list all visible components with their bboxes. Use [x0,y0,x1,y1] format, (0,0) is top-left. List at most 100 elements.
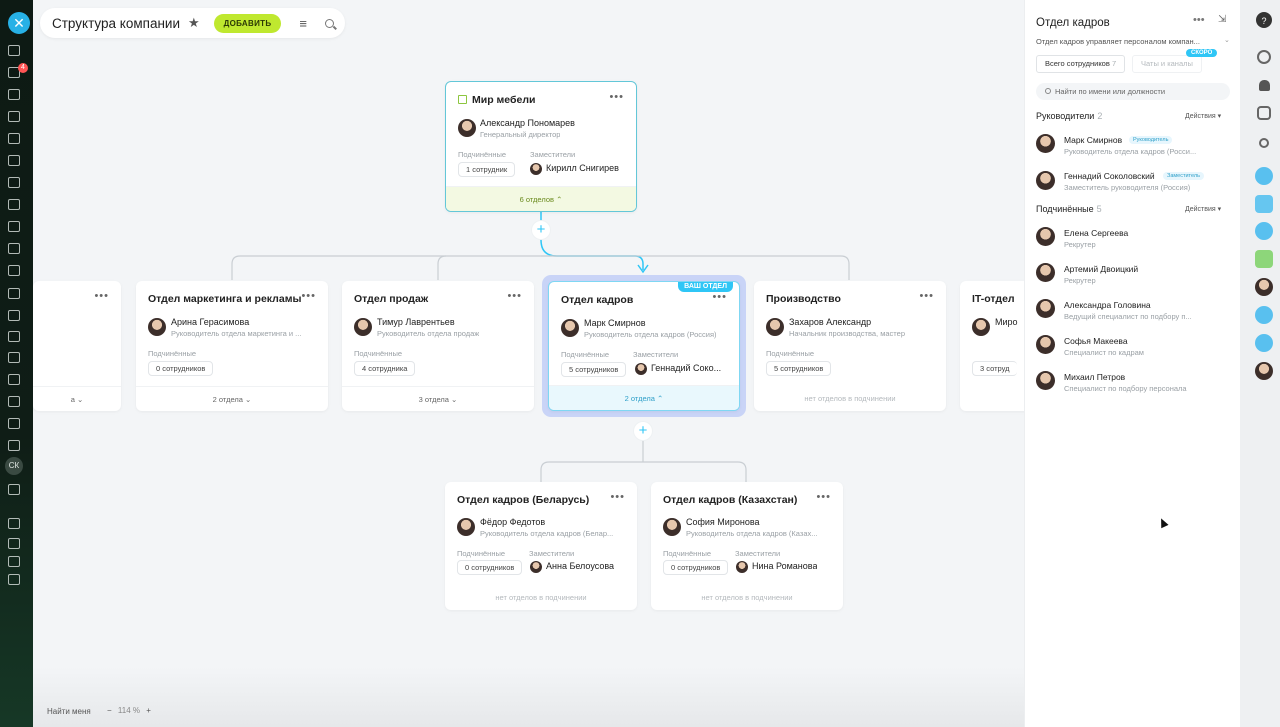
subordinates-count[interactable]: 1 сотрудник [458,162,516,177]
head-name[interactable]: Захаров Александр [789,317,871,327]
checklist-icon[interactable] [8,265,20,276]
feed-icon[interactable] [8,45,20,56]
subordinates-count[interactable]: 0 сотрудников [663,560,729,575]
card-it[interactable]: IT-отдел Миро 3 сотруд [960,281,1024,411]
person-name[interactable]: Артемий Двоицкий [1064,264,1138,274]
mail-icon[interactable] [8,199,20,210]
avatar[interactable] [561,319,579,337]
avatar[interactable] [457,518,475,536]
card-footer[interactable]: 2 отдела ⌃ [549,385,739,410]
close-icon[interactable]: ✕ [8,12,30,34]
chevron-down-icon[interactable]: ⌄ [1224,36,1230,44]
avatar[interactable] [530,561,542,573]
person-name[interactable]: Геннадий Соколовский [1064,171,1155,181]
card-marketing[interactable]: Отдел маркетинга и рекламы ••• Арина Гер… [136,281,328,411]
settings-icon[interactable] [8,556,20,567]
menu-icon[interactable]: ≡ [299,16,307,31]
notes-icon[interactable] [1255,250,1273,268]
head-name[interactable]: Миро [995,317,1018,327]
zoom-out-button[interactable]: − [107,706,112,715]
search-icon[interactable] [324,18,334,28]
check-circle-icon[interactable] [8,484,20,495]
chat-contact-icon[interactable] [1255,306,1273,324]
person-name[interactable]: Марк Смирнов [1064,135,1122,145]
more-icon[interactable]: ••• [609,91,624,103]
cart-icon[interactable] [8,331,20,342]
collapse-icon[interactable]: ⇲ [1218,14,1226,25]
star-icon[interactable]: ★ [188,15,200,31]
card-root-company[interactable]: Мир мебели ••• Александр Пономарев Генер… [445,81,637,212]
avatar[interactable] [635,363,647,375]
managers-actions-dropdown[interactable]: Действия ▾ [1185,112,1221,120]
add-button[interactable]: ДОБАВИТЬ [213,13,282,33]
head-name[interactable]: Тимур Лаврентьев [377,317,455,327]
messages-icon[interactable] [8,111,20,122]
person-name[interactable]: Михаил Петров [1064,372,1125,382]
person-name[interactable]: Софья Макеева [1064,336,1128,346]
deputy-name[interactable]: Геннадий Соко... [651,363,731,373]
documents-icon[interactable] [8,155,20,166]
zoom-in-button[interactable]: + [146,706,151,715]
search-field[interactable] [1036,83,1230,100]
head-name[interactable]: Марк Смирнов [584,318,646,328]
card-footer[interactable]: 3 отдела ⌄ [342,386,534,411]
head-name[interactable]: Фёдор Федотов [480,517,545,527]
chat-contact-icon[interactable] [1255,167,1273,185]
filter-icon[interactable] [8,288,20,299]
add-department-button[interactable]: + [634,422,652,440]
more-icon[interactable]: ••• [610,491,625,503]
person-name[interactable]: Александра Головина [1064,300,1151,310]
tab-all-employees[interactable]: Всего сотрудников 7 [1036,55,1126,73]
automation-icon[interactable] [8,418,20,429]
avatar[interactable] [972,318,990,336]
message-icon[interactable] [1255,195,1273,213]
more-icon[interactable]: ••• [301,290,316,302]
card-production[interactable]: Производство ••• Захаров Александр Начал… [754,281,946,411]
card-footer[interactable]: 2 отдела ⌄ [136,386,328,411]
avatar[interactable] [1036,371,1055,390]
subordinates-count[interactable]: 0 сотрудников [457,560,523,575]
avatar[interactable] [354,318,372,336]
copilot-icon[interactable] [1257,50,1271,64]
target-icon[interactable] [8,310,20,321]
employees-icon[interactable] [8,221,20,232]
chat-icon[interactable] [8,89,20,100]
pen-icon[interactable] [8,374,20,385]
deputy-name[interactable]: Кирилл Снигирев [546,163,619,173]
card-hr[interactable]: ВАШ ОТДЕЛ Отдел кадров ••• Марк Смирнов … [548,281,740,411]
card-partial-left[interactable]: ••• а ⌄ [33,281,121,411]
person-name[interactable]: Елена Сергеева [1064,228,1128,238]
subordinates-count[interactable]: 3 сотруд [972,361,1017,376]
avatar[interactable] [1036,134,1055,153]
more-icon[interactable]: ••• [712,291,727,303]
subordinates-count[interactable]: 4 сотрудника [354,361,416,376]
add-icon[interactable] [8,574,20,585]
search-icon[interactable] [1259,138,1269,148]
contact-avatar[interactable] [1255,362,1273,380]
card-footer[interactable]: 6 отделов ⌃ [446,186,636,211]
avatar[interactable] [1036,227,1055,246]
deputy-name[interactable]: Анна Белоусова [546,561,614,571]
card-footer[interactable]: а ⌄ [33,386,121,411]
user-avatar[interactable]: СК [5,457,23,475]
card-hr-kazakhstan[interactable]: Отдел кадров (Казахстан) ••• София Мирон… [651,482,843,610]
help-icon[interactable] [8,518,20,529]
calendar-icon[interactable] [8,133,20,144]
chat-contact-icon[interactable] [1255,222,1273,240]
subordinates-actions-dropdown[interactable]: Действия ▾ [1185,205,1221,213]
bell-icon[interactable] [1259,80,1270,91]
chat-bubble-icon[interactable] [1257,106,1271,120]
avatar[interactable] [458,119,476,137]
more-icon[interactable]: ••• [94,290,109,302]
more-icon[interactable]: ••• [507,290,522,302]
avatar[interactable] [1036,263,1055,282]
subordinates-count[interactable]: 0 сотрудников [148,361,214,376]
head-name[interactable]: Александр Пономарев [480,118,575,128]
card-hr-belarus[interactable]: Отдел кадров (Беларусь) ••• Фёдор Федото… [445,482,637,610]
head-name[interactable]: София Миронова [686,517,760,527]
tab-chats-channels[interactable]: Чаты и каналы [1132,55,1202,73]
avatar[interactable] [663,518,681,536]
box-icon[interactable] [8,440,20,451]
avatar[interactable] [766,318,784,336]
org-chart-canvas[interactable]: Структура компании ★ ДОБАВИТЬ ≡ Мир мебе… [33,0,1024,727]
